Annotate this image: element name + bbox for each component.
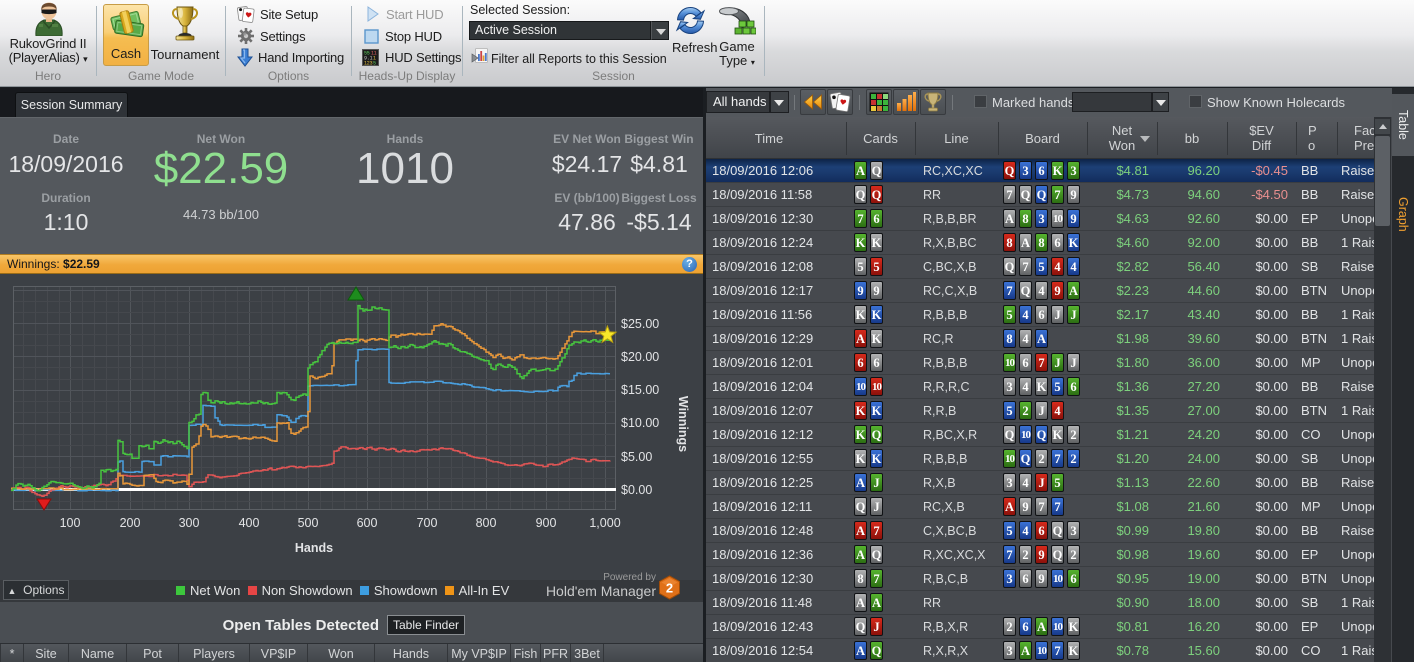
svg-text:Winnings: Winnings xyxy=(676,396,690,452)
svg-text:100: 100 xyxy=(60,516,81,530)
svg-text:700: 700 xyxy=(417,516,438,530)
svg-text:800: 800 xyxy=(476,516,497,530)
svg-text:$0.00: $0.00 xyxy=(621,483,652,497)
svg-text:$15.00: $15.00 xyxy=(621,383,659,397)
svg-text:$10.00: $10.00 xyxy=(621,416,659,430)
svg-text:400: 400 xyxy=(239,516,260,530)
svg-text:200: 200 xyxy=(120,516,141,530)
svg-text:1,000: 1,000 xyxy=(589,516,620,530)
svg-text:$25.00: $25.00 xyxy=(621,317,659,331)
svg-text:$5.00: $5.00 xyxy=(621,450,652,464)
svg-text:5: 5 xyxy=(373,60,376,66)
svg-text:2: 2 xyxy=(666,581,673,596)
svg-text:900: 900 xyxy=(536,516,557,530)
svg-text:600: 600 xyxy=(357,516,378,530)
svg-text:Hands: Hands xyxy=(295,541,333,555)
svg-text:123: 123 xyxy=(364,60,373,66)
svg-text:$20.00: $20.00 xyxy=(621,350,659,364)
svg-text:300: 300 xyxy=(179,516,200,530)
svg-text:500: 500 xyxy=(298,516,319,530)
